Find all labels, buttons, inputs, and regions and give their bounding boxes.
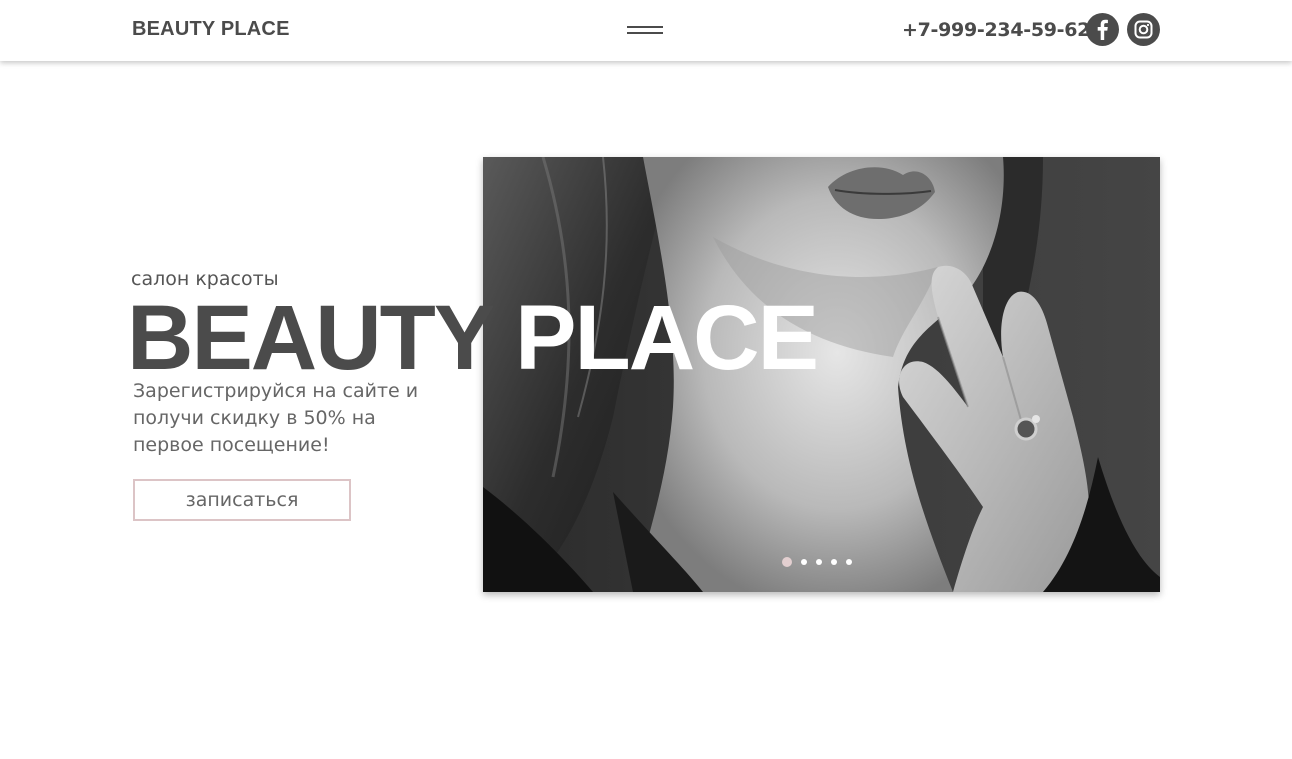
facebook-icon[interactable] (1086, 13, 1119, 46)
instagram-icon[interactable] (1127, 13, 1160, 46)
slider-dot-4[interactable] (831, 559, 837, 565)
hero-title-dark: BEAUTY (127, 287, 494, 389)
slider-dot-2[interactable] (801, 559, 807, 565)
menu-line (627, 26, 663, 28)
phone-number[interactable]: +7-999-234-59-62 (902, 19, 1090, 41)
site-logo[interactable]: BEAUTY PLACE (132, 18, 290, 41)
slider-dot-3[interactable] (816, 559, 822, 565)
hamburger-menu-icon[interactable] (627, 24, 665, 36)
hero-title-light: PLACE (515, 287, 819, 389)
hero-title: BEAUTY PLACE (127, 287, 819, 389)
site-header: BEAUTY PLACE +7-999-234-59-62 (0, 0, 1292, 61)
promo-text: Зарегистрируйся на сайте и получи скидку… (133, 380, 419, 456)
slider-dot-1[interactable] (782, 557, 792, 567)
menu-line (627, 32, 663, 34)
slider-pagination (782, 557, 852, 567)
slider-dot-5[interactable] (846, 559, 852, 565)
signup-button[interactable]: записаться (133, 479, 351, 521)
